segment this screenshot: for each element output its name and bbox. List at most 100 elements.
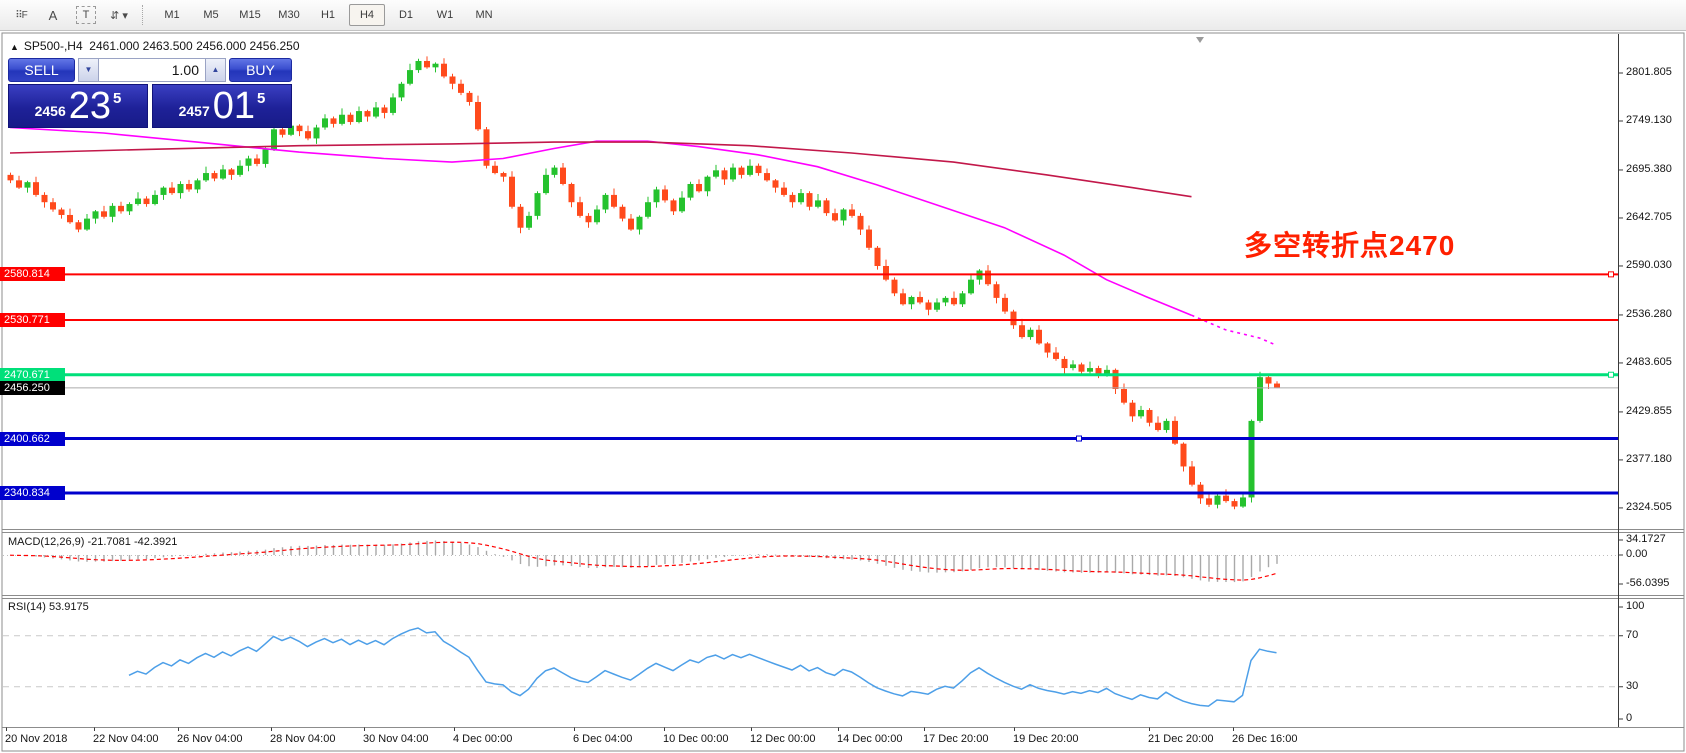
candle-body	[645, 202, 651, 217]
candle-body	[356, 111, 362, 122]
candle-body	[1274, 384, 1280, 388]
candle-body	[314, 127, 320, 138]
candle-body	[883, 266, 889, 280]
candle-body	[679, 198, 685, 212]
top-toolbar: ⠿F A T ⇵ ▾ M1M5M15M30H1H4D1W1MN	[0, 0, 1686, 31]
candle-body	[552, 168, 558, 175]
candle-body	[1036, 330, 1042, 344]
candle-body	[543, 175, 549, 193]
candle-body	[50, 202, 56, 209]
candle-body	[722, 170, 728, 179]
candle-body	[280, 129, 286, 134]
candle-body	[1164, 421, 1170, 430]
timeframe-button-h4[interactable]: H4	[349, 4, 385, 26]
buy-price-handle: 2457	[179, 103, 210, 119]
volume-decrease-button[interactable]: ▼	[78, 58, 99, 82]
candle-body	[16, 180, 22, 187]
candle-body	[654, 189, 660, 202]
candle-body	[475, 102, 481, 129]
candle-body	[118, 206, 124, 211]
candle-body	[127, 204, 133, 211]
candle-body	[790, 195, 796, 202]
timeframe-button-m15[interactable]: M15	[232, 4, 268, 26]
candle-body	[713, 170, 719, 176]
candle-body	[110, 206, 116, 217]
timeframe-button-w1[interactable]: W1	[427, 4, 463, 26]
timeframe-button-d1[interactable]: D1	[388, 4, 424, 26]
candle-body	[416, 61, 422, 70]
candle-body	[1181, 444, 1187, 467]
sell-price-box[interactable]: 2456 23 5	[8, 84, 148, 128]
candle-body	[569, 184, 575, 202]
hline-handle[interactable]	[1609, 372, 1614, 377]
candle-body	[365, 111, 371, 116]
macd-indicator-label: MACD(12,26,9) -21.7081 -42.3921	[8, 536, 177, 548]
candle-body	[1002, 298, 1008, 312]
candle-body	[747, 166, 753, 175]
candle-body	[1206, 498, 1212, 504]
text-box-icon[interactable]: T	[76, 6, 96, 24]
candle-body	[203, 173, 209, 180]
candle-body	[399, 84, 405, 98]
text-label-icon[interactable]: A	[40, 4, 66, 26]
candle-body	[951, 298, 957, 304]
sell-price-points: 23	[69, 87, 111, 125]
timeframe-button-mn[interactable]: MN	[466, 4, 502, 26]
candle-body	[1138, 410, 1144, 416]
candle-body	[798, 193, 804, 202]
pivot-annotation-text[interactable]: 多空转折点2470	[1244, 224, 1455, 264]
candle-body	[1266, 377, 1272, 383]
buy-button[interactable]: BUY	[229, 58, 292, 82]
buy-price-box[interactable]: 2457 01 5	[152, 84, 292, 128]
candle-body	[373, 107, 379, 116]
candle-body	[195, 180, 201, 189]
candle-body	[246, 158, 252, 165]
candle-body	[705, 177, 711, 192]
candle-body	[696, 184, 702, 191]
chart-title: ▲SP500-,H4 2461.000 2463.500 2456.000 24…	[10, 39, 300, 53]
objects-dropdown-icon[interactable]: ⇵ ▾	[106, 4, 132, 26]
timeframe-button-m5[interactable]: M5	[193, 4, 229, 26]
sell-button[interactable]: SELL	[8, 58, 75, 82]
candle-body	[297, 126, 303, 131]
volume-input[interactable]	[99, 58, 205, 82]
candle-body	[1223, 496, 1229, 501]
hline-handle[interactable]	[1077, 436, 1082, 441]
candle-body	[909, 297, 915, 304]
collapse-panel-icon[interactable]: ▲	[10, 42, 19, 52]
candle-body	[348, 115, 354, 122]
sell-price-handle: 2456	[35, 103, 66, 119]
candle-body	[892, 280, 898, 294]
candle-body	[620, 207, 626, 219]
candle-body	[662, 189, 668, 200]
candle-body	[1045, 343, 1051, 352]
rsi-indicator-label: RSI(14) 53.9175	[8, 601, 89, 613]
candle-body	[212, 173, 218, 178]
sell-price-fraction: 5	[113, 90, 121, 107]
candle-body	[135, 199, 141, 204]
candle-body	[433, 64, 439, 68]
candle-body	[339, 115, 345, 124]
candle-body	[305, 131, 311, 138]
hline-handle[interactable]	[1609, 272, 1614, 277]
timeframe-button-m1[interactable]: M1	[154, 4, 190, 26]
candle-body	[1070, 364, 1076, 368]
candle-body	[1147, 410, 1153, 423]
candle-body	[42, 195, 48, 202]
candle-body	[832, 213, 838, 220]
timeframe-button-m30[interactable]: M30	[271, 4, 307, 26]
candle-body	[178, 184, 184, 193]
candle-body	[994, 284, 1000, 298]
candle-body	[934, 302, 940, 309]
candle-body	[560, 168, 566, 184]
candle-body	[1249, 421, 1255, 498]
font-grid-icon[interactable]: ⠿F	[8, 4, 34, 26]
buy-price-fraction: 5	[257, 90, 265, 107]
volume-increase-button[interactable]: ▲	[205, 58, 226, 82]
candle-body	[254, 158, 260, 163]
timeframe-button-h1[interactable]: H1	[310, 4, 346, 26]
candle-body	[730, 168, 736, 180]
candle-body	[492, 166, 498, 173]
candle-body	[144, 199, 150, 204]
timeframe-buttons: M1M5M15M30H1H4D1W1MN	[154, 4, 505, 26]
